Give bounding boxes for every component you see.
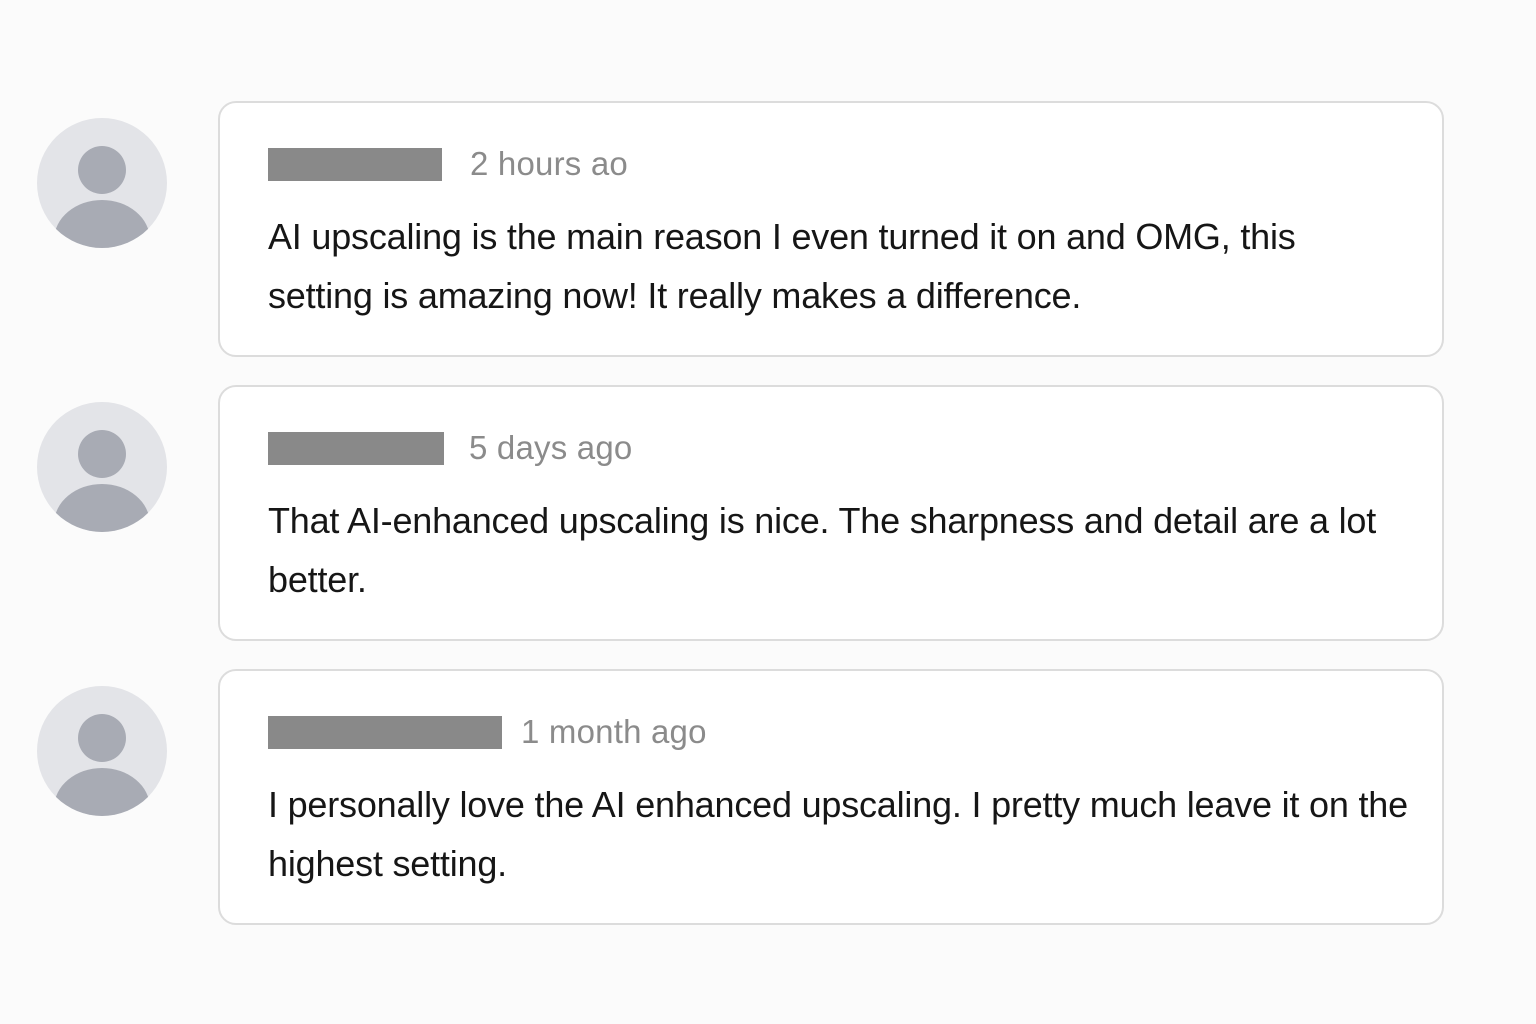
avatar-body-shape: [54, 768, 150, 816]
comment-text: That AI-enhanced upscaling is nice. The …: [268, 500, 1377, 600]
comment-card: 1 month ago I personally love the AI enh…: [218, 669, 1444, 925]
user-avatar-icon[interactable]: [37, 402, 167, 532]
avatar-head-shape: [78, 146, 126, 194]
comment-timestamp[interactable]: 5 days ago: [469, 429, 632, 467]
comment-item: 5 days ago That AI-enhanced upscaling is…: [0, 385, 1536, 641]
comment-text: I personally love the AI enhanced upscal…: [268, 784, 1408, 884]
comment-header: 1 month ago: [268, 713, 707, 751]
avatar-body-shape: [54, 484, 150, 532]
avatar-head-shape: [78, 714, 126, 762]
comment-timestamp[interactable]: 1 month ago: [521, 713, 707, 751]
comment-card: 2 hours ao AI upscaling is the main reas…: [218, 101, 1444, 357]
comment-list: 2 hours ao AI upscaling is the main reas…: [0, 0, 1536, 1024]
comment-item: 1 month ago I personally love the AI enh…: [0, 669, 1536, 925]
redacted-username[interactable]: [268, 715, 502, 749]
user-avatar-icon[interactable]: [37, 686, 167, 816]
redacted-username[interactable]: [268, 147, 442, 181]
comment-timestamp[interactable]: 2 hours ao: [470, 145, 628, 183]
comment-text: AI upscaling is the main reason I even t…: [268, 216, 1296, 316]
comment-card: 5 days ago That AI-enhanced upscaling is…: [218, 385, 1444, 641]
avatar-body-shape: [54, 200, 150, 248]
comment-header: 2 hours ao: [268, 145, 628, 183]
user-avatar-icon[interactable]: [37, 118, 167, 248]
redacted-username[interactable]: [268, 431, 444, 465]
comment-header: 5 days ago: [268, 429, 632, 467]
avatar-head-shape: [78, 430, 126, 478]
comment-item: 2 hours ao AI upscaling is the main reas…: [0, 101, 1536, 357]
